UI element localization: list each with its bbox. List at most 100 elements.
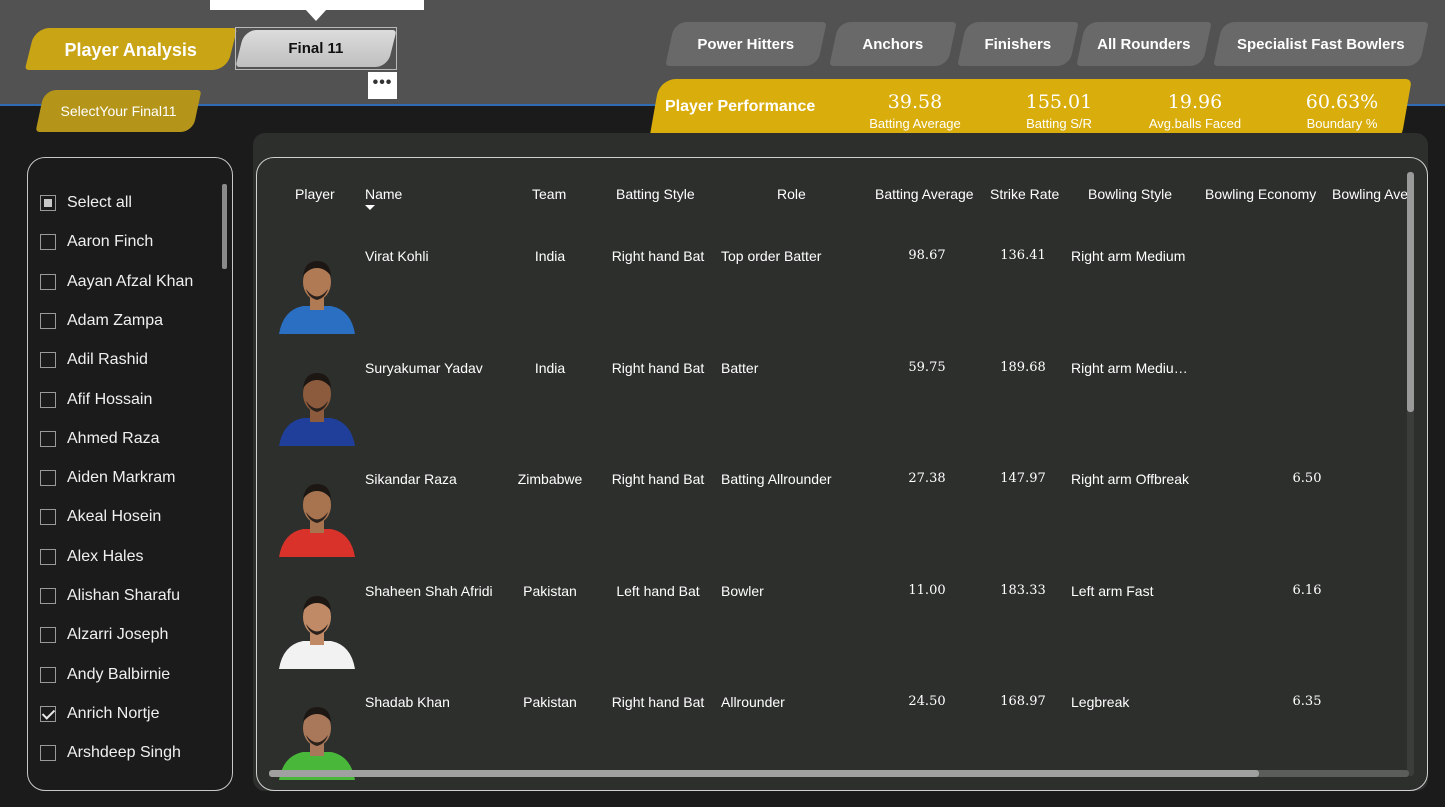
slicer-item[interactable]: Akeal Hosein — [40, 504, 161, 530]
col-header-team[interactable]: Team — [532, 186, 566, 202]
checkbox[interactable] — [40, 509, 56, 526]
slicer-item[interactable]: Adam Zampa — [40, 308, 163, 334]
col-header-bowling-style[interactable]: Bowling Style — [1088, 186, 1172, 202]
select-final11-button[interactable]: SelectYour Final11 — [35, 90, 202, 132]
player-photo — [275, 698, 359, 780]
col-header-bowling-economy[interactable]: Bowling Economy — [1205, 186, 1316, 202]
tab-final11-frame[interactable]: Final 11 — [235, 27, 397, 70]
checkbox[interactable] — [40, 195, 56, 211]
cell-name: Suryakumar Yadav — [365, 359, 483, 376]
slicer-item[interactable]: Arshdeep Singh — [40, 740, 181, 766]
cell-role: Bowler — [721, 582, 764, 599]
kpi-value: 19.96 — [1167, 91, 1223, 113]
cell-bowling-economy: 6.35 — [1292, 694, 1322, 709]
cell-batting-style: Left hand Bat — [616, 582, 700, 599]
player-photo — [275, 252, 359, 334]
col-header-batting-style[interactable]: Batting Style — [616, 186, 695, 202]
more-options-icon[interactable]: ••• — [368, 72, 397, 99]
checkbox[interactable] — [40, 273, 56, 290]
cell-bowling-style: Right arm Medium — [1071, 248, 1186, 264]
cell-batting-average: 24.50 — [908, 694, 946, 709]
cell-name: Shaheen Shah Afridi — [365, 582, 493, 599]
kpi-label: Batting S/R — [1026, 116, 1092, 131]
tab-player-analysis[interactable]: Player Analysis — [24, 28, 238, 70]
checkbox[interactable] — [40, 234, 56, 251]
checkbox[interactable] — [40, 745, 56, 762]
cell-strike-rate: 136.41 — [1000, 248, 1046, 263]
nav-anchors[interactable]: Anchors — [829, 22, 957, 66]
kpi-value: 39.58 — [887, 91, 943, 113]
checkbox[interactable] — [40, 627, 56, 644]
table-row[interactable]: Sikandar Raza Zimbabwe Right hand Bat Batti… — [257, 461, 1407, 572]
col-header-batting-average[interactable]: Batting Average — [875, 186, 974, 202]
slicer-item-label: Adil Rashid — [67, 351, 148, 369]
scrollbar-thumb[interactable] — [269, 770, 1259, 777]
cell-team: Pakistan — [523, 694, 577, 710]
slicer-item[interactable]: Afif Hossain — [40, 387, 152, 413]
table-vertical-scrollbar[interactable] — [1407, 172, 1414, 776]
checkbox[interactable] — [40, 352, 56, 369]
checkbox[interactable] — [40, 588, 56, 604]
slicer-item[interactable]: Adil Rashid — [40, 347, 148, 373]
slicer-item[interactable]: Aaron Finch — [40, 229, 153, 255]
cell-team: India — [534, 359, 566, 376]
tooltip-arrow — [305, 9, 327, 21]
slicer-item-label: Alex Hales — [67, 547, 144, 565]
scrollbar-thumb[interactable] — [1407, 172, 1414, 412]
checkbox[interactable] — [40, 430, 56, 447]
slicer-item[interactable]: Aayan Afzal Khan — [40, 269, 193, 295]
slicer-item-label: Alzarri Joseph — [67, 626, 169, 644]
kpi-label: Batting Average — [869, 116, 961, 131]
player-slicer: Select all Aaron Finch Aayan Afzal Khan Ada… — [27, 157, 233, 791]
slicer-item[interactable]: Aiden Markram — [40, 465, 175, 491]
sort-desc-icon[interactable] — [365, 205, 375, 210]
table-row[interactable]: Shaheen Shah Afridi Pakistan Left hand Bat… — [257, 573, 1407, 684]
nav-label: Anchors — [862, 36, 924, 53]
cell-bowling-style: Left arm Fast — [1071, 582, 1154, 599]
cell-role: Allrounder — [721, 694, 785, 710]
slicer-scrollbar[interactable] — [222, 184, 227, 269]
cell-name: Shadab Khan — [365, 694, 450, 710]
nav-label: Finishers — [984, 36, 1052, 53]
cell-batting-style: Right hand Bat — [611, 471, 705, 487]
col-header-strike-rate[interactable]: Strike Rate — [990, 186, 1059, 202]
slicer-item-label: Andy Balbirnie — [67, 665, 171, 683]
slicer-item-label: Select all — [67, 194, 132, 211]
col-header-role[interactable]: Role — [777, 186, 806, 202]
col-header-player[interactable]: Player — [295, 186, 335, 202]
nav-all-rounders[interactable]: All Rounders — [1076, 22, 1212, 66]
slicer-item[interactable]: Alzarri Joseph — [40, 622, 168, 648]
slicer-item[interactable]: Andy Balbirnie — [40, 662, 170, 688]
kpi-boundary-pct: 60.63% Boundary % — [1282, 90, 1402, 132]
slicer-item[interactable]: Select all — [40, 190, 132, 216]
slicer-item-label: Aiden Markram — [67, 469, 176, 487]
checkbox[interactable] — [40, 666, 56, 683]
nav-specialist-fast-bowlers[interactable]: Specialist Fast Bowlers — [1213, 22, 1429, 66]
kpi-label: Avg.balls Faced — [1148, 116, 1242, 131]
checkbox[interactable] — [40, 548, 56, 565]
checkbox[interactable] — [40, 705, 56, 722]
tab-final11[interactable]: Final 11 — [235, 30, 397, 67]
nav-power-hitters[interactable]: Power Hitters — [665, 22, 827, 66]
player-photo — [275, 364, 359, 446]
checkbox[interactable] — [40, 312, 56, 329]
cell-strike-rate: 189.68 — [1000, 359, 1046, 375]
cell-name: Virat Kohli — [365, 248, 429, 264]
slicer-item[interactable]: Anrich Nortje — [40, 701, 159, 727]
slicer-item[interactable]: Alishan Sharafu — [40, 583, 180, 609]
cell-batting-average: 59.75 — [908, 359, 946, 375]
table-row[interactable]: Virat Kohli India Right hand Bat Top order … — [257, 238, 1407, 349]
checkbox[interactable] — [40, 470, 56, 487]
nav-finishers[interactable]: Finishers — [957, 22, 1079, 66]
slicer-item-label: Akeal Hosein — [67, 508, 162, 526]
slicer-item[interactable]: Ahmed Raza — [40, 426, 160, 452]
player-table: Player Name Team Batting Style Role Batt… — [256, 157, 1428, 791]
col-header-name[interactable]: Name — [365, 186, 402, 202]
checkbox[interactable] — [40, 391, 56, 408]
table-row[interactable]: Suryakumar Yadav India Right hand Bat Batte… — [257, 350, 1407, 461]
cell-batting-style: Right hand Bat — [611, 248, 705, 264]
slicer-item[interactable]: Alex Hales — [40, 544, 143, 570]
table-horizontal-scrollbar[interactable] — [269, 770, 1409, 777]
col-header-bowling-average[interactable]: Bowling Ave — [1332, 186, 1408, 202]
cell-strike-rate: 183.33 — [1000, 582, 1046, 598]
